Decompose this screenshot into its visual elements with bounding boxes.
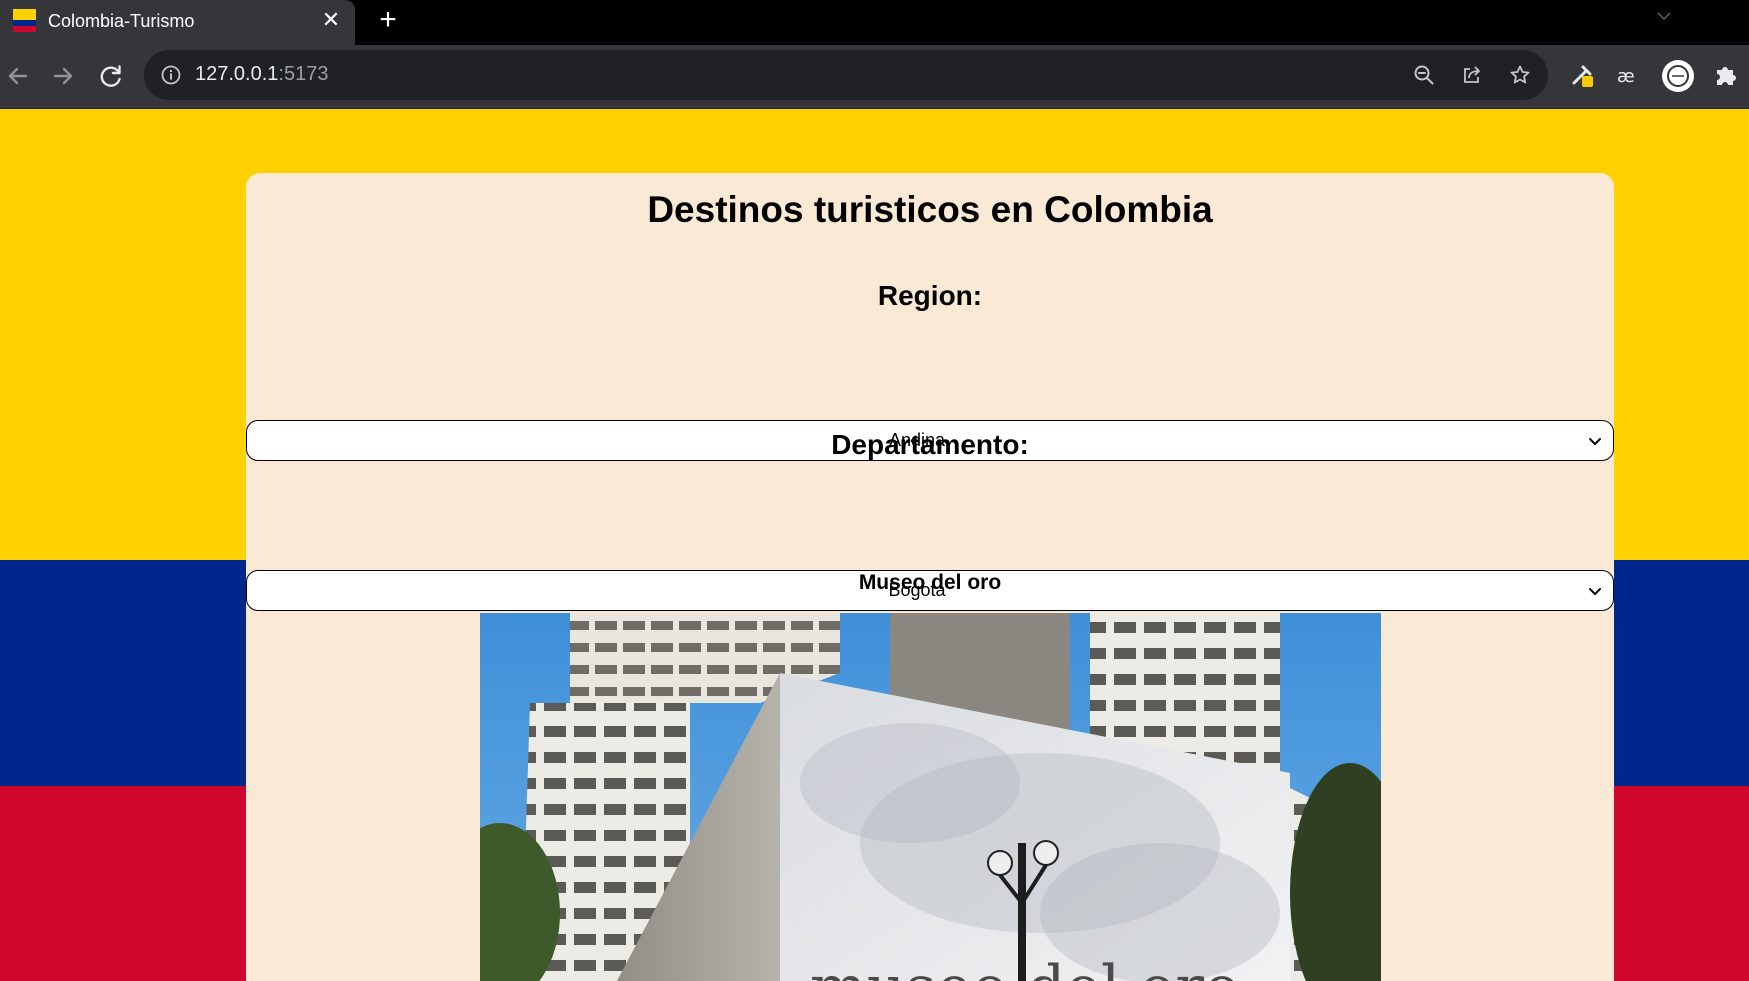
eyedropper-icon[interactable]: [1568, 61, 1596, 89]
back-arrow-icon[interactable]: [0, 58, 36, 94]
puzzle-icon[interactable]: [1712, 61, 1740, 89]
museum-sign-text: museo del oro: [810, 953, 1240, 981]
tab-close-icon[interactable]: ✕: [318, 7, 344, 33]
address-bar[interactable]: 127.0.0.1:5173: [144, 50, 1548, 100]
reload-icon[interactable]: [93, 58, 129, 94]
ae-icon[interactable]: æ: [1615, 61, 1643, 89]
browser-tabstrip: Colombia-Turismo ✕ +: [0, 0, 1749, 45]
url-text[interactable]: 127.0.0.1:5173: [195, 63, 328, 86]
destination-photo: museo del oro: [480, 613, 1381, 981]
svg-text:æ: æ: [1617, 66, 1635, 87]
new-tab-icon[interactable]: +: [374, 4, 402, 36]
destination-name: Museo del oro: [858, 571, 1002, 594]
share-icon[interactable]: [1460, 63, 1484, 87]
colombia-flag-favicon-icon: [13, 9, 36, 32]
page-viewport: Destinos turisticos en Colombia Region: …: [0, 109, 1749, 981]
region-label: Region:: [877, 280, 983, 311]
star-icon[interactable]: [1508, 63, 1532, 87]
tab-search-chevron-icon[interactable]: [1652, 4, 1676, 28]
page-title: Destinos turisticos en Colombia: [647, 189, 1213, 230]
url-port: :5173: [278, 63, 329, 85]
zoom-out-icon[interactable]: [1412, 63, 1436, 87]
tab-title: Colombia-Turismo: [48, 11, 195, 31]
url-host: 127.0.0.1: [195, 63, 279, 85]
forward-arrow-icon[interactable]: [45, 58, 81, 94]
info-icon[interactable]: [160, 64, 182, 86]
museo-del-oro-photo: museo del oro: [480, 613, 1381, 981]
browser-toolbar: 127.0.0.1:5173 æ: [0, 45, 1749, 109]
content-card: Destinos turisticos en Colombia Region: …: [246, 173, 1614, 981]
profile-icon[interactable]: [1661, 59, 1695, 93]
browser-tab[interactable]: Colombia-Turismo ✕: [0, 0, 355, 45]
departamento-label: Departamento:: [831, 429, 1029, 460]
